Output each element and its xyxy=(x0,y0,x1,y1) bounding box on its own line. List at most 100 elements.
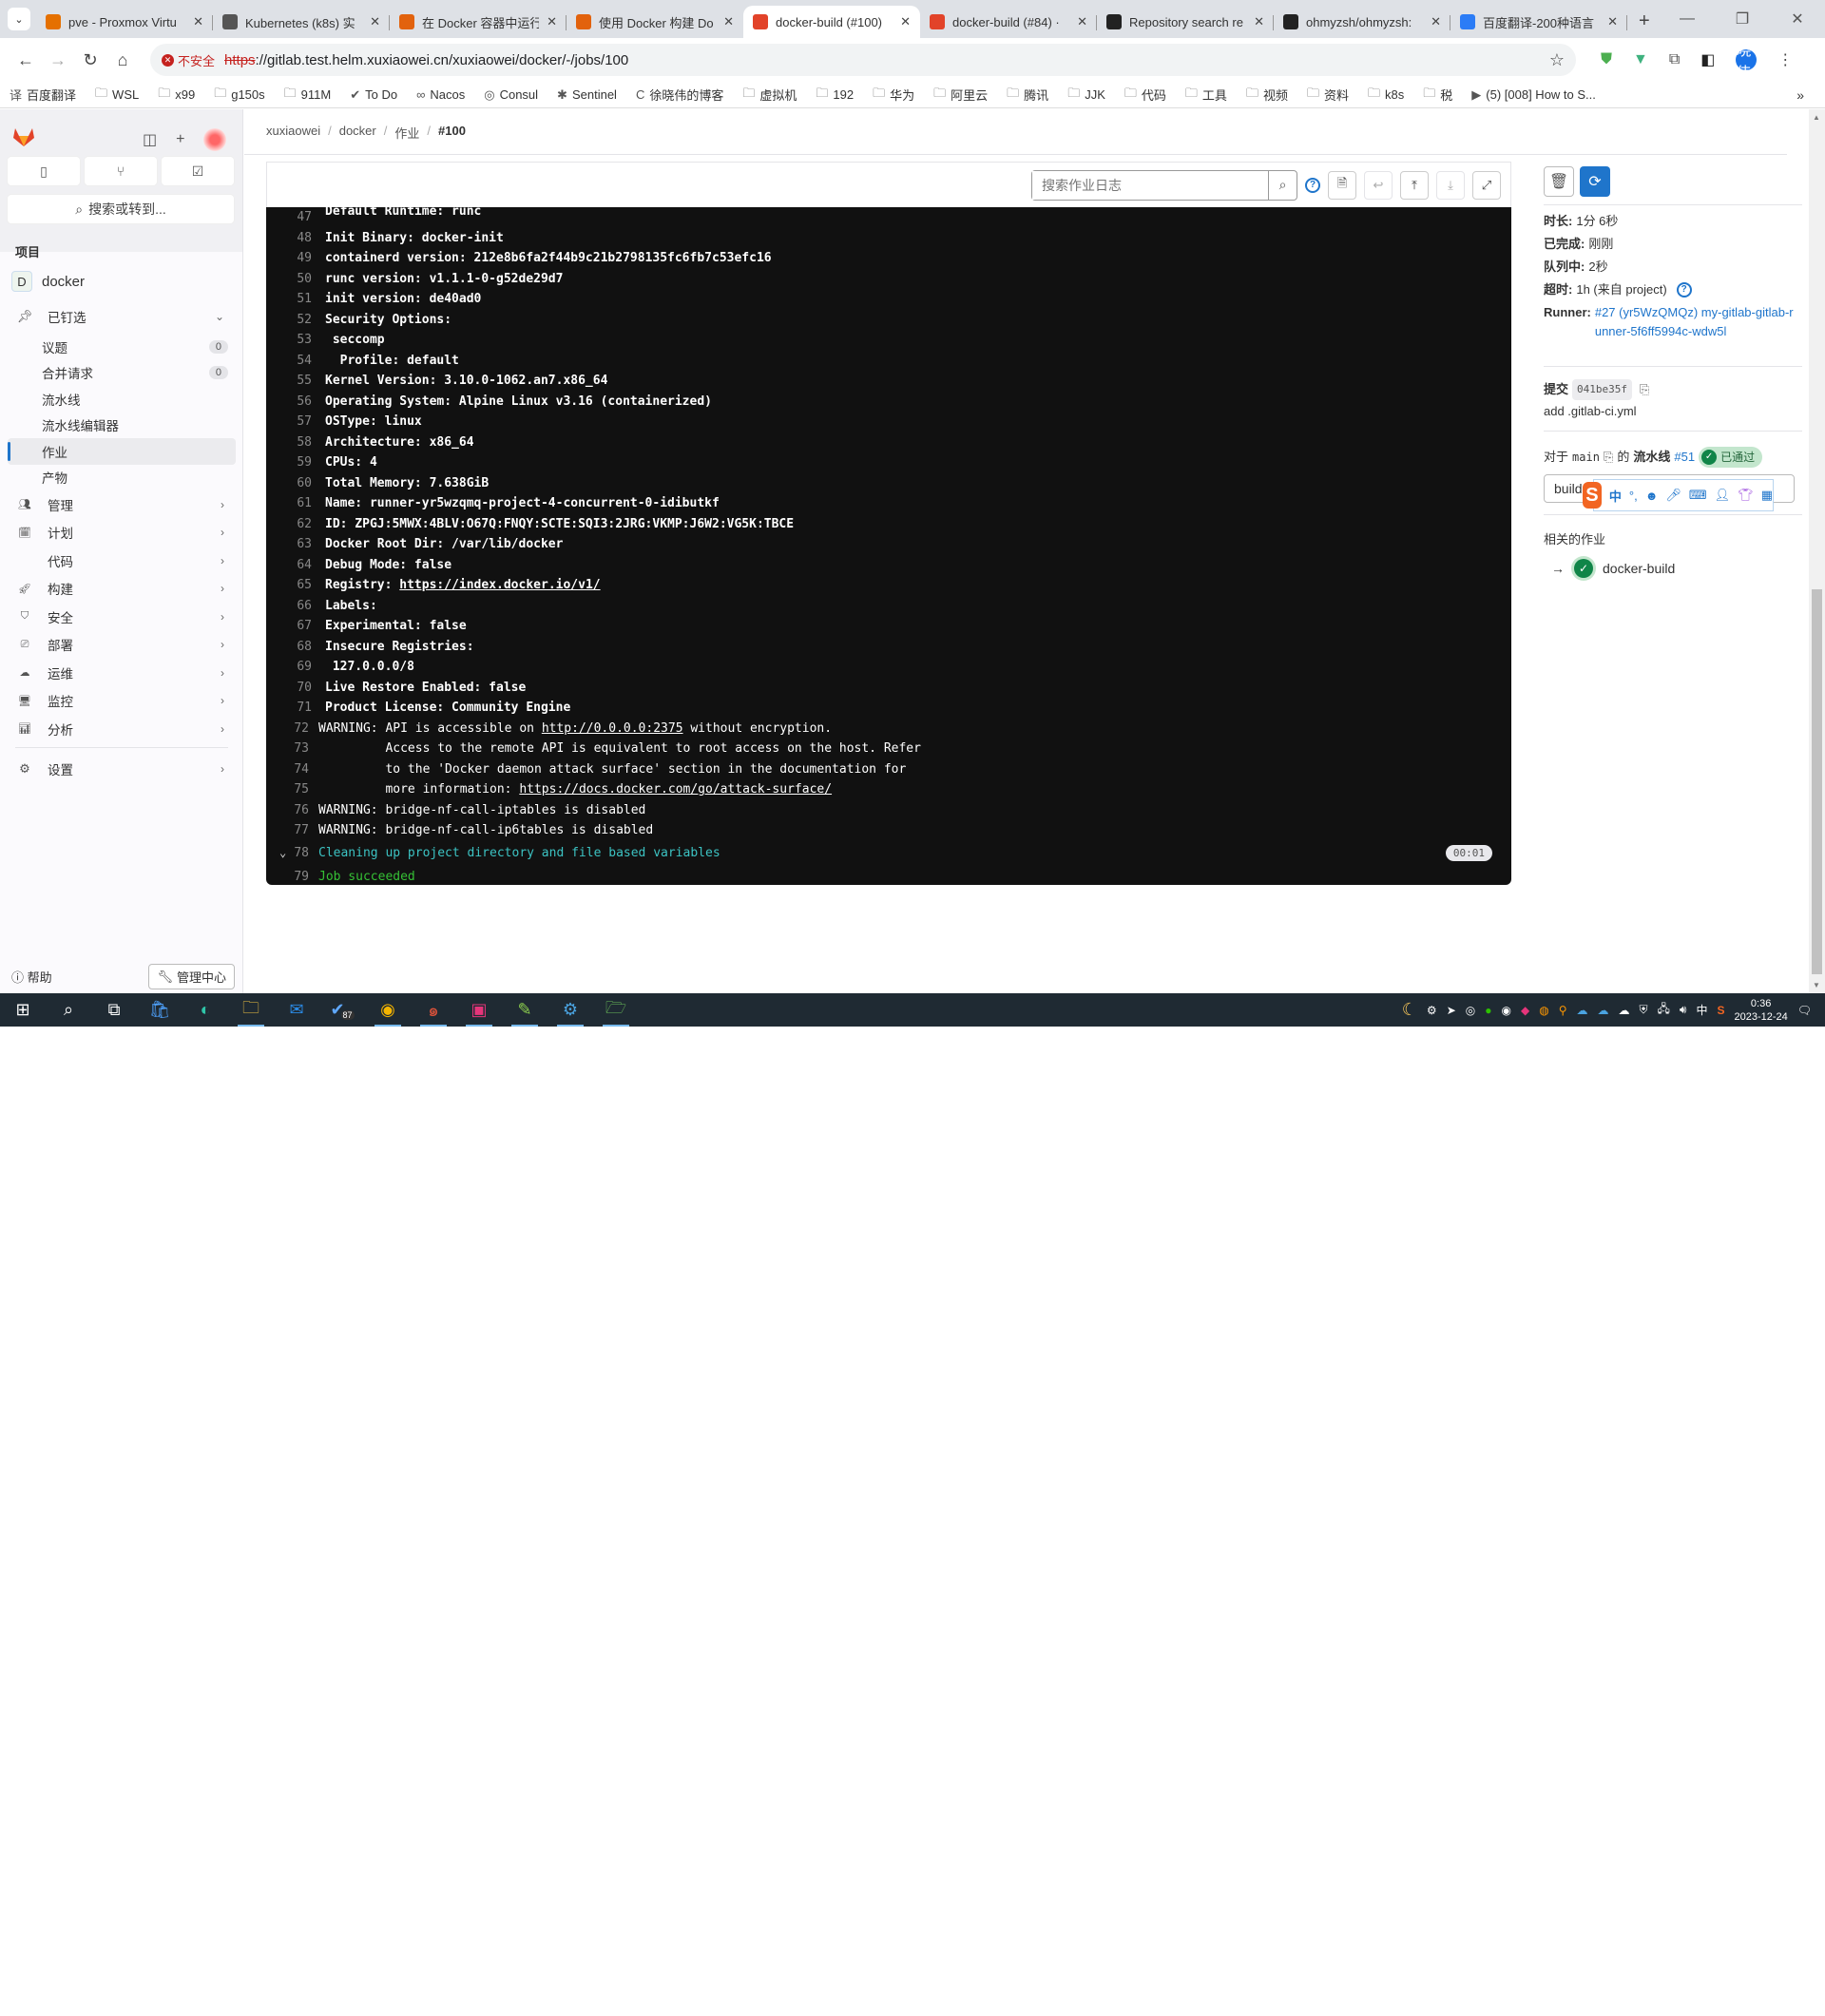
close-tab-icon[interactable]: ✕ xyxy=(1431,14,1441,29)
merge-requests-button[interactable]: ⑂ xyxy=(85,157,157,185)
sidebar-pinned-item[interactable]: 作业 xyxy=(8,438,236,465)
breadcrumb-job[interactable]: #100 xyxy=(438,124,466,142)
search-button[interactable]: ⌕ xyxy=(1268,170,1297,200)
line-number[interactable]: 47 xyxy=(266,210,325,224)
bookmark-item[interactable]: 🗀︎ 911M xyxy=(284,85,332,106)
search-button[interactable]: ⌕ xyxy=(46,993,91,1027)
taskbar-file-app[interactable]: 🗁︎ xyxy=(593,993,639,1027)
close-tab-icon[interactable]: ✕ xyxy=(1254,14,1264,29)
help-button[interactable]: ⓘ 帮助 xyxy=(11,968,52,986)
line-number[interactable]: 48 xyxy=(266,231,325,245)
apps-grid-icon[interactable]: ▦ xyxy=(1761,488,1773,503)
user-avatar[interactable] xyxy=(203,128,227,151)
pipeline-link[interactable]: #51 xyxy=(1674,448,1695,467)
line-number[interactable]: 59 xyxy=(266,455,325,470)
notifications-icon[interactable]: 🗨︎ xyxy=(1797,1004,1812,1017)
minimize-button[interactable]: — xyxy=(1660,0,1715,38)
browser-tab[interactable]: 在 Docker 容器中运行 ✕ xyxy=(390,6,567,38)
job-log-search-input[interactable] xyxy=(1032,170,1268,200)
close-tab-icon[interactable]: ✕ xyxy=(370,14,380,29)
copy-icon[interactable]: ⎘ xyxy=(1604,448,1613,467)
line-number[interactable]: 79 xyxy=(266,870,318,884)
bookmark-item[interactable]: ✱ Sentinel xyxy=(557,85,617,106)
microphone-icon[interactable]: 🎤︎ xyxy=(1665,488,1681,503)
search-or-goto-button[interactable]: ⌕ 搜索或转到... xyxy=(8,195,234,223)
close-tab-icon[interactable]: ✕ xyxy=(1077,14,1087,29)
close-tab-icon[interactable]: ✕ xyxy=(547,14,557,29)
copy-icon[interactable]: ⎘ xyxy=(1640,380,1649,399)
clock[interactable]: 0:36 2023-12-24 xyxy=(1734,997,1787,1024)
issues-button[interactable]: ▯ xyxy=(8,157,80,185)
close-window-button[interactable]: ✕ xyxy=(1770,0,1825,38)
sidebar-item-settings[interactable]: ⚙ 设置 › xyxy=(8,752,236,786)
related-job-item[interactable]: → ✓ docker-build xyxy=(1551,559,1675,578)
reload-button[interactable]: ↻ xyxy=(74,44,106,76)
sidebar-group-item[interactable]: ⛉ 安全 › xyxy=(8,603,236,631)
sidebar-pinned-item[interactable]: 流水线 xyxy=(8,386,236,413)
taskbar-app-swirl[interactable]: ๑ xyxy=(411,993,456,1027)
line-number[interactable]: 61 xyxy=(266,496,325,510)
sidebar-group-item[interactable]: 📊︎ 分析 › xyxy=(8,715,236,743)
line-number[interactable]: 52 xyxy=(266,313,325,327)
tray-app-icon[interactable]: ⚙ xyxy=(1427,1004,1437,1017)
sidebar-group-item[interactable]: ⎚ 部署 › xyxy=(8,631,236,660)
line-number[interactable]: 50 xyxy=(266,272,325,286)
bookmark-item[interactable]: 🗀︎ g150s xyxy=(214,85,264,106)
line-number[interactable]: 62 xyxy=(266,517,325,531)
task-view-button[interactable]: ⧉ xyxy=(91,993,137,1027)
bookmark-item[interactable]: 🗀︎ x99 xyxy=(158,85,195,106)
line-number[interactable]: 54 xyxy=(266,354,325,368)
tray-send-icon[interactable]: ➤ xyxy=(1447,1004,1456,1017)
browser-tab[interactable]: 百度翻译-200种语言 ✕ xyxy=(1450,6,1627,38)
bookmark-item[interactable]: 🗀︎ 腾讯 xyxy=(1007,85,1048,106)
taskbar-edge[interactable]: ◐ xyxy=(182,993,228,1027)
line-number[interactable]: 57 xyxy=(266,414,325,429)
line-number[interactable]: 70 xyxy=(266,681,325,695)
log-link[interactable]: http://0.0.0.0:2375 xyxy=(542,721,683,736)
gitlab-logo-icon[interactable] xyxy=(11,126,36,147)
sidebar-pinned-item[interactable]: 议题 0 xyxy=(8,334,236,360)
bookmark-item[interactable]: 🗀︎ JJK xyxy=(1067,85,1105,106)
bookmark-item[interactable]: ◎ Consul xyxy=(484,85,538,106)
bookmark-item[interactable]: ∞ Nacos xyxy=(416,85,465,106)
line-number[interactable]: 56 xyxy=(266,394,325,409)
url-text[interactable]: https://gitlab.test.helm.xuxiaowei.cn/xu… xyxy=(224,52,628,68)
wechat-icon[interactable]: ● xyxy=(1485,1004,1491,1017)
taskbar-chrome[interactable]: ◉ xyxy=(365,993,411,1027)
onedrive-icon[interactable]: ☁ xyxy=(1597,1004,1608,1017)
sidebar-group-item[interactable]: 🗓︎ 计划 › xyxy=(8,519,236,547)
bookmark-item[interactable]: 🗀︎ 代码 xyxy=(1124,85,1166,106)
line-number[interactable]: 77 xyxy=(266,823,318,837)
emoji-icon[interactable]: ☻ xyxy=(1645,489,1659,503)
breadcrumb-jobs[interactable]: 作业 xyxy=(394,124,419,142)
sidebar-pinned-item[interactable]: 流水线编辑器 xyxy=(8,413,236,439)
adguard-extension-icon[interactable]: ⛊ xyxy=(1601,51,1612,68)
onedrive-icon[interactable]: ☁ xyxy=(1576,1004,1587,1017)
security-icon[interactable]: ⛨ xyxy=(1639,1003,1647,1017)
volume-icon[interactable]: 🔊︎ xyxy=(1680,1003,1687,1017)
browser-tab[interactable]: Kubernetes (k8s) 实 ✕ xyxy=(213,6,390,38)
close-tab-icon[interactable]: ✕ xyxy=(900,14,911,29)
commit-sha-link[interactable]: 041be35f xyxy=(1572,379,1632,400)
line-number[interactable]: 78 xyxy=(266,846,318,860)
close-tab-icon[interactable]: ✕ xyxy=(1607,14,1618,29)
breadcrumb-user[interactable]: xuxiaowei xyxy=(266,124,320,142)
branch-name[interactable]: main xyxy=(1572,448,1600,467)
sidebar-group-item[interactable]: ☁ 运维 › xyxy=(8,659,236,687)
user-icon[interactable]: 👤︎ xyxy=(1715,488,1731,503)
retry-job-button[interactable]: ⟳ xyxy=(1580,166,1610,197)
admin-area-button[interactable]: 🔧︎ 管理中心 xyxy=(148,964,235,989)
line-number[interactable]: 66 xyxy=(266,599,325,613)
cloud-icon[interactable]: ☁ xyxy=(1618,1004,1629,1017)
todos-button[interactable]: ☑ xyxy=(162,157,234,185)
close-tab-icon[interactable]: ✕ xyxy=(723,14,734,29)
weather-icon[interactable]: ☾ xyxy=(1402,1000,1417,1020)
tray-color-icon[interactable]: ◍ xyxy=(1539,1004,1548,1017)
bookmark-item[interactable]: ▶ (5) [008] How to S... xyxy=(1471,85,1596,106)
ime-indicator[interactable]: 中 xyxy=(1696,1002,1707,1018)
bookmark-item[interactable]: 🗀︎ k8s xyxy=(1368,85,1404,106)
line-number[interactable]: 51 xyxy=(266,292,325,306)
line-number[interactable]: 53 xyxy=(266,333,325,347)
bookmark-item[interactable]: 🗀︎ 华为 xyxy=(873,85,914,106)
start-button[interactable]: ⊞ xyxy=(0,993,46,1027)
